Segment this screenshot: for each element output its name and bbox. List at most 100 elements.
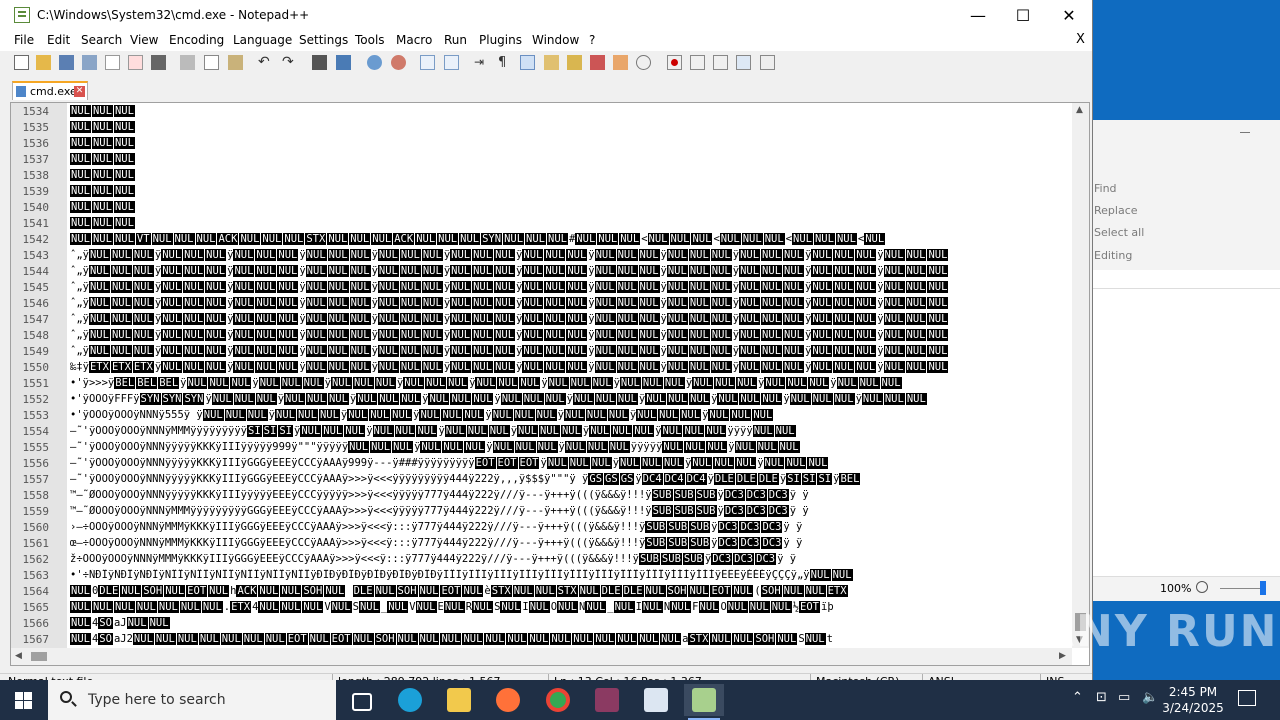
save-macro-icon[interactable] — [760, 55, 775, 70]
code-line[interactable]: NUL NUL NUL — [70, 153, 1070, 165]
menu-macro[interactable]: Macro — [396, 33, 432, 47]
zoom-slider[interactable] — [1220, 588, 1260, 589]
close-all-icon[interactable] — [128, 55, 143, 70]
code-line[interactable]: ˆ„ÿNUL NUL NUL ÿNUL NUL NUL ÿNUL NUL NUL ÿNUL NUL N… — [70, 265, 1070, 277]
new-file-icon[interactable] — [14, 55, 29, 70]
task-view-button[interactable] — [340, 684, 380, 716]
find-button[interactable]: Find — [1094, 182, 1117, 195]
code-line[interactable]: ›—÷OOOÿOOOÿNNNÿMMMÿKKKÿIIIÿGGGÿEEEÿCCCÿA… — [70, 521, 1070, 533]
save-all-icon[interactable] — [82, 55, 97, 70]
record-macro-icon[interactable] — [667, 55, 682, 70]
copy-icon[interactable] — [204, 55, 219, 70]
code-line[interactable]: –˜'ÿOOOÿOOOÿNNNÿMMMÿÿÿÿÿÿÿÿÿSI SI SI ÿNUL NU… — [70, 425, 1070, 437]
maximize-button[interactable]: ☐ — [1000, 0, 1046, 31]
cut-icon[interactable] — [180, 55, 195, 70]
replace-icon[interactable] — [336, 55, 351, 70]
code-line[interactable]: •'ÿ>>>ÿBEL BEL BEL ÿNUL NUL NUL ÿNUL NUL NUL ÿNUL… — [70, 377, 1070, 389]
menu-edit[interactable]: Edit — [47, 33, 70, 47]
code-line[interactable]: NUL NUL NUL — [70, 217, 1070, 229]
scroll-up-icon[interactable]: ▲ — [1076, 105, 1083, 115]
code-line[interactable]: NUL NUL NUL — [70, 105, 1070, 117]
doc-map-icon[interactable] — [567, 55, 582, 70]
tray-device-icon[interactable]: ⊡ — [1096, 690, 1107, 705]
code-line[interactable]: NUL NUL NUL — [70, 121, 1070, 133]
udl-icon[interactable] — [544, 55, 559, 70]
menu-language[interactable]: Language — [233, 33, 292, 47]
code-line[interactable]: •'ÿOOOÿOOOÿNNNÿ555ÿ ÿNUL NUL NUL ÿNUL NUL NUL… — [70, 409, 1070, 421]
close-button[interactable]: ✕ — [1046, 0, 1092, 31]
menu-encoding[interactable]: Encoding — [169, 33, 224, 47]
taskbar-notepadpp[interactable] — [684, 684, 724, 720]
minimize-button[interactable]: — — [955, 0, 1001, 31]
taskbar-winrar[interactable] — [587, 684, 627, 716]
zoom-out-icon[interactable] — [1196, 581, 1208, 593]
code-line[interactable]: ž÷OOOÿOOOÿNNNÿMMMÿKKKÿIIIÿGGGÿEEEÿCCCÿAA… — [70, 553, 1070, 565]
replace-button[interactable]: Replace — [1094, 204, 1138, 217]
function-list-icon[interactable] — [590, 55, 605, 70]
menu-view[interactable]: View — [130, 33, 158, 47]
run-macro-multiple-icon[interactable] — [736, 55, 751, 70]
taskbar-chrome[interactable] — [538, 684, 578, 716]
find-icon[interactable] — [312, 55, 327, 70]
code-line[interactable]: ‰‡ÿETX ETX ETX ÿNUL NUL NUL ÿNUL NUL NUL ÿNUL NUL N… — [70, 361, 1070, 373]
taskbar-search-box[interactable]: Type here to search — [48, 680, 336, 720]
editor-area[interactable]: 1534 NUL NUL NUL 1535 NUL NUL NUL 1536 NUL NUL NUL 1… — [10, 102, 1090, 666]
code-line[interactable]: ˆ„ÿNUL NUL NUL ÿNUL NUL NUL ÿNUL NUL NUL ÿNUL NUL N… — [70, 281, 1070, 293]
code-line[interactable]: NUL NUL NUL VT NUL NUL NUL ACK NUL NUL NUL STX NUL NU… — [70, 233, 1070, 245]
code-line[interactable]: œ—÷OOOÿOOOÿNNNÿMMMÿKKKÿIIIÿGGGÿEEEÿCCCÿA… — [70, 537, 1070, 549]
title-bar[interactable]: C:\Windows\System32\cmd.exe - Notepad++ … — [0, 0, 1092, 31]
code-line[interactable]: •'ÿOOOÿFFFÿSYN SYN SYN ÿNUL NUL NUL ÿNUL NUL NUL… — [70, 393, 1070, 405]
code-line[interactable]: NUL 4SO aJ2NUL NUL NUL NUL NUL NUL NUL EOT NUL EOT N… — [70, 633, 1070, 645]
show-all-chars-icon[interactable]: ¶ — [498, 55, 513, 70]
play-macro-icon[interactable] — [713, 55, 728, 70]
background-wordpad-window[interactable]: Find Replace Select all Editing 100% — [1092, 120, 1280, 601]
notification-icon[interactable] — [1238, 690, 1256, 706]
code-line[interactable]: –˜'ÿOOOÿOOOÿNNNÿÿÿÿÿKKKÿIIIÿGGGÿEEEÿCCCÿ… — [70, 457, 1070, 469]
close-document-button[interactable]: X — [1076, 32, 1085, 47]
menu-settings[interactable]: Settings — [299, 33, 348, 47]
horizontal-scrollbar[interactable]: ◀ ▶ — [11, 648, 1072, 665]
code-line[interactable]: NUL NUL NUL — [70, 185, 1070, 197]
menu-plugins[interactable]: Plugins — [479, 33, 522, 47]
code-line[interactable]: ˆ„ÿNUL NUL NUL ÿNUL NUL NUL ÿNUL NUL NUL ÿNUL NUL N… — [70, 297, 1070, 309]
code-line[interactable]: NUL NUL NUL NUL NUL NUL NUL .ETX 4NUL NUL NUL VNUL S… — [70, 601, 1070, 613]
code-line[interactable]: ˆ„ÿNUL NUL NUL ÿNUL NUL NUL ÿNUL NUL NUL ÿNUL NUL N… — [70, 313, 1070, 325]
open-file-icon[interactable] — [36, 55, 51, 70]
folder-workspace-icon[interactable] — [613, 55, 628, 70]
tab-close-icon[interactable]: ✕ — [74, 86, 85, 97]
code-line[interactable]: ˆ„ÿNUL NUL NUL ÿNUL NUL NUL ÿNUL NUL NUL ÿNUL NUL N… — [70, 329, 1070, 341]
code-line[interactable]: NUL NUL NUL — [70, 169, 1070, 181]
start-button[interactable] — [0, 680, 48, 720]
code-line[interactable]: ˆ„ÿNUL NUL NUL ÿNUL NUL NUL ÿNUL NUL NUL ÿNUL NUL N… — [70, 345, 1070, 357]
code-line[interactable]: –˜'ÿOOOÿOOOÿNNNÿÿÿÿÿKKKÿIIIÿGGGÿEEEÿCCCÿ… — [70, 473, 1070, 485]
monitoring-icon[interactable] — [636, 55, 651, 70]
code-line[interactable]: ˆ„ÿNUL NUL NUL ÿNUL NUL NUL ÿNUL NUL NUL ÿNUL NUL N… — [70, 249, 1070, 261]
code-line[interactable]: NUL NUL NUL — [70, 201, 1070, 213]
tray-chevron-icon[interactable]: ⌃ — [1072, 690, 1083, 705]
undo-icon[interactable]: ↶ — [258, 55, 273, 70]
ribbon-collapse-icon[interactable] — [1240, 132, 1250, 133]
menu-tools[interactable]: Tools — [355, 33, 385, 47]
menu-window[interactable]: Window — [532, 33, 579, 47]
menu-run[interactable]: Run — [444, 33, 467, 47]
code-line[interactable]: ™–˜ØOOOÿOOOÿNNNÿMMMÿÿÿÿÿÿÿÿÿGGGÿEEEÿCCCÿ… — [70, 505, 1070, 517]
taskbar-edge[interactable] — [390, 684, 430, 716]
zoom-in-icon[interactable] — [367, 55, 382, 70]
sync-vertical-icon[interactable] — [420, 55, 435, 70]
redo-icon[interactable]: ↷ — [282, 55, 297, 70]
taskbar-explorer[interactable] — [439, 684, 479, 716]
taskbar-clock[interactable]: 2:45 PM 3/24/2025 — [1160, 684, 1226, 716]
word-wrap-icon[interactable]: ⇥ — [474, 55, 489, 70]
code-line[interactable]: –˜'ÿOOOÿOOOÿNNNÿÿÿÿÿKKKÿIIIÿÿÿÿÿ999ÿ"""ÿ… — [70, 441, 1070, 453]
scroll-left-icon[interactable]: ◀ — [15, 651, 22, 661]
close-file-icon[interactable] — [105, 55, 120, 70]
code-line[interactable]: NUL 0DLE NUL SOH NUL EOT NUL hACK NUL NUL SOH NUL D… — [70, 585, 1070, 597]
code-line[interactable]: ™–˜ØOOOÿOOOÿNNNÿÿÿÿÿKKKÿIIIÿÿÿÿÿEEEÿCCCÿ… — [70, 489, 1070, 501]
code-line[interactable]: •'÷ÑÐÎÿÑÐÎÿÑÐÎÿÑÎÎÿÑÎÎÿÑÎÎÿÑÎÎÿÑÎÎÿÑÎÎÿÐ… — [70, 569, 1070, 581]
stop-macro-icon[interactable] — [690, 55, 705, 70]
indent-guide-icon[interactable] — [520, 55, 535, 70]
print-icon[interactable] — [151, 55, 166, 70]
menu-search[interactable]: Search — [81, 33, 122, 47]
save-icon[interactable] — [59, 55, 74, 70]
zoom-slider-thumb[interactable] — [1260, 581, 1266, 595]
